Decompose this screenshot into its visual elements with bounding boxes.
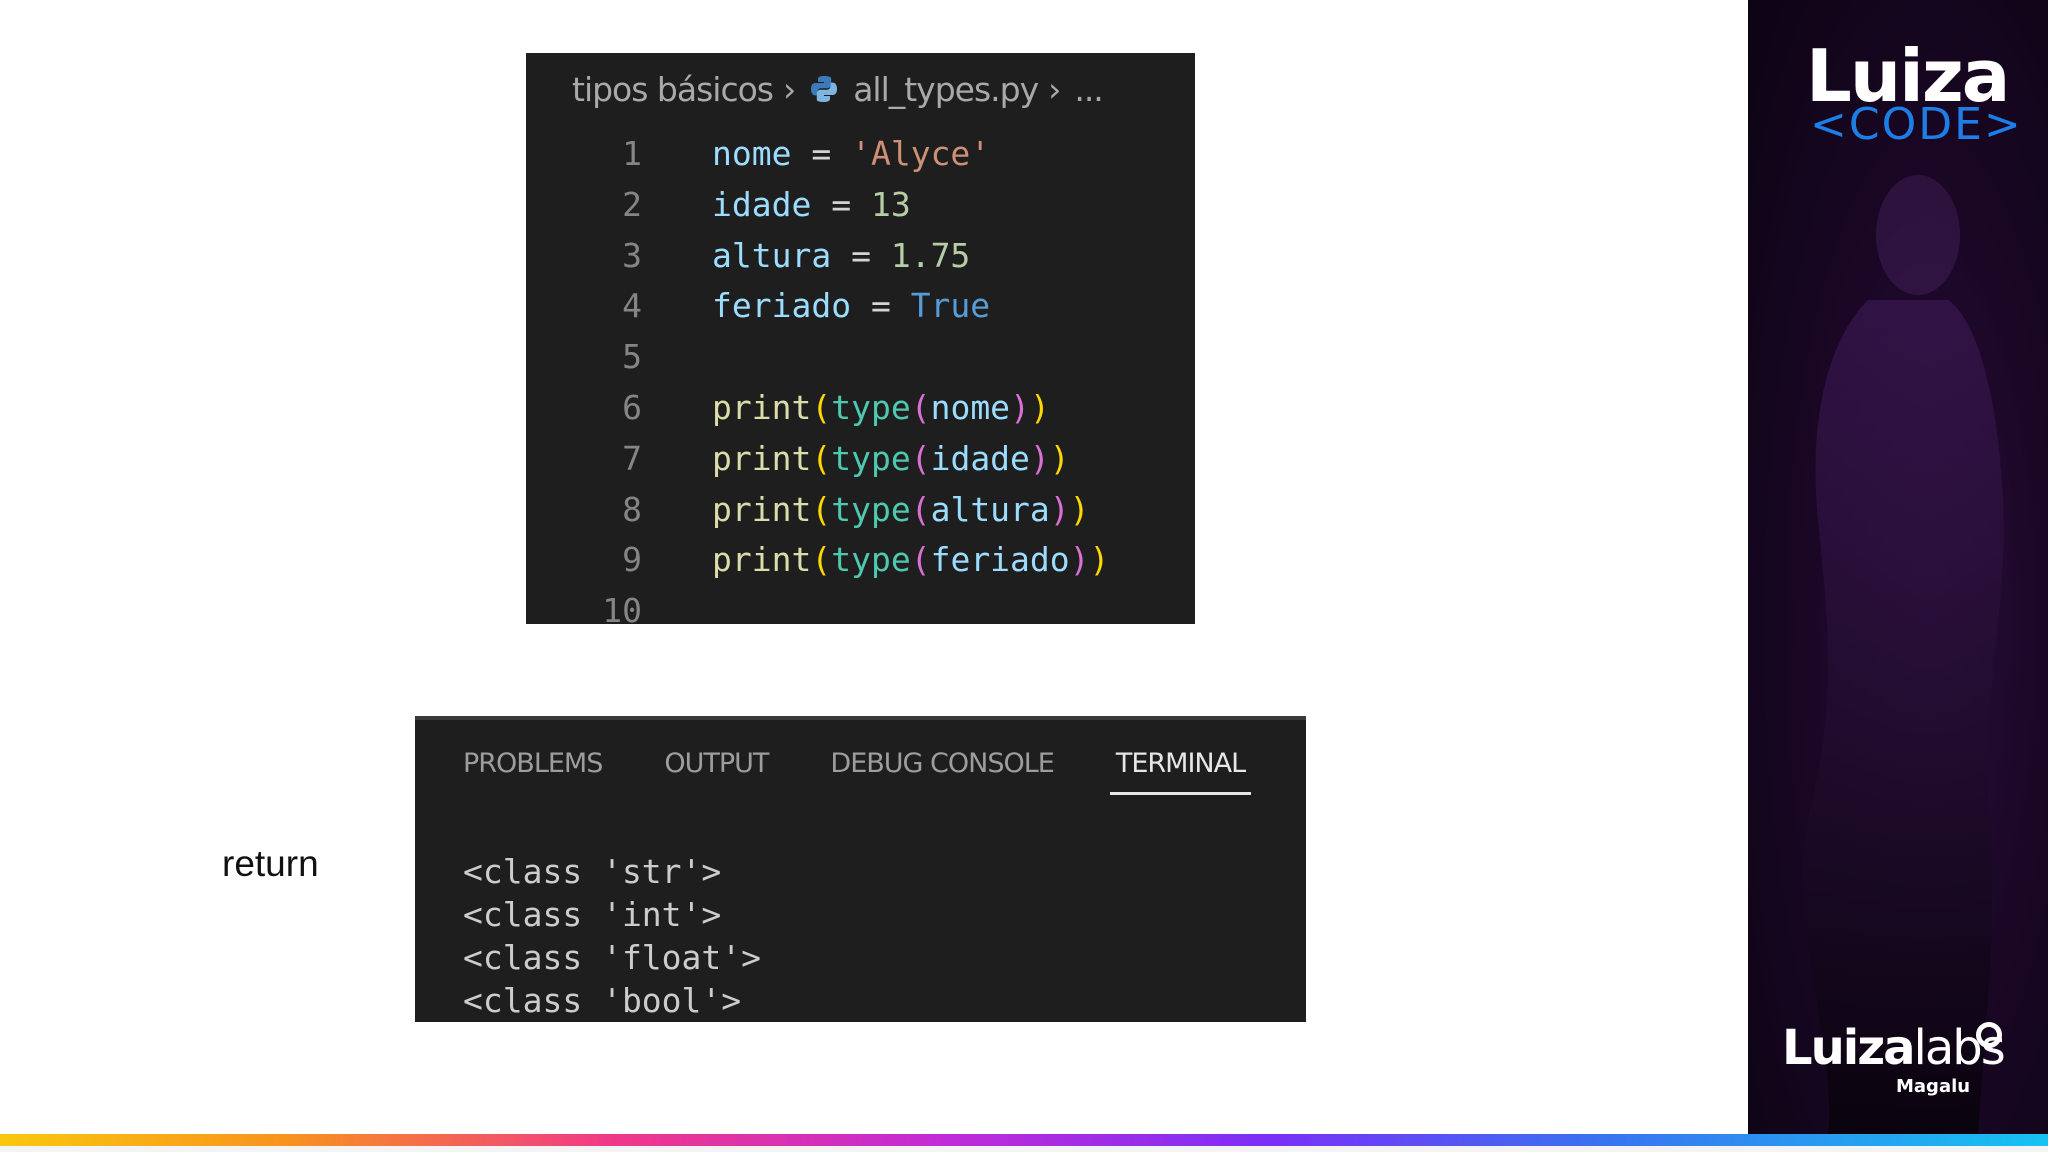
chevron-right-icon: › bbox=[1048, 69, 1061, 109]
code-token: ( bbox=[811, 387, 832, 427]
code-line[interactable]: 3 altura = 1.75 bbox=[526, 231, 1195, 282]
line-number: 3 bbox=[622, 235, 642, 275]
code-token: ( bbox=[910, 489, 931, 529]
code-token: print bbox=[712, 540, 812, 580]
code-token: type bbox=[831, 387, 911, 427]
code-token: feriado bbox=[930, 540, 1070, 580]
breadcrumb-folder[interactable]: tipos básicos bbox=[572, 70, 774, 109]
line-number: 6 bbox=[622, 387, 642, 427]
magalu-logo: Magalu bbox=[1896, 1076, 1971, 1097]
code-token: ) bbox=[1010, 387, 1030, 427]
code-token: print bbox=[712, 438, 812, 478]
code-text: print(type(feriado)) bbox=[712, 535, 1109, 586]
code-editor: tipos básicos › all_types.py › ... 1 nome… bbox=[526, 53, 1195, 624]
code-token: altura bbox=[712, 235, 832, 275]
code-token: ) bbox=[1069, 540, 1090, 580]
code-token: ) bbox=[1049, 438, 1070, 478]
code-text: print(type(altura)) bbox=[712, 485, 1090, 536]
code-token: type bbox=[831, 540, 911, 580]
breadcrumb-more[interactable]: ... bbox=[1074, 70, 1104, 109]
code-area[interactable]: 1 nome = 'Alyce' 2 idade = 13 3 altura = 1.75… bbox=[526, 134, 1195, 624]
luizalabs-ring-icon bbox=[1976, 1022, 2002, 1048]
code-token: nome bbox=[712, 134, 792, 173]
code-token: 'Alyce' bbox=[851, 134, 991, 173]
code-text: feriado = True bbox=[712, 281, 990, 332]
tab-output[interactable]: OUTPUT bbox=[664, 748, 769, 795]
code-token: True bbox=[910, 286, 991, 326]
code-token: = bbox=[851, 286, 911, 326]
luiza-code-logo-subtitle: <CODE> bbox=[1810, 99, 2023, 150]
luizalabs-logo-bold: Luiza bbox=[1782, 1020, 1916, 1076]
code-token: ) bbox=[1049, 489, 1070, 529]
luizalabs-logo: Luizalabs bbox=[1782, 1020, 2006, 1076]
code-token: idade bbox=[712, 184, 812, 224]
python-icon bbox=[811, 76, 838, 102]
footer-strip bbox=[0, 1146, 2048, 1152]
code-line[interactable]: 4 feriado = True bbox=[526, 281, 1195, 332]
code-token: type bbox=[831, 489, 911, 529]
code-token: ( bbox=[811, 489, 832, 529]
code-text: idade = 13 bbox=[712, 180, 911, 231]
line-number: 4 bbox=[622, 286, 642, 326]
tab-terminal[interactable]: TERMINAL bbox=[1109, 748, 1252, 795]
code-line[interactable]: 9 print(type(feriado)) bbox=[526, 535, 1195, 586]
terminal-line: <class 'int'> bbox=[463, 895, 722, 934]
terminal-line: <class 'str'> bbox=[463, 852, 722, 891]
code-token: = bbox=[811, 184, 871, 224]
code-line[interactable]: 1 nome = 'Alyce' bbox=[526, 129, 1195, 180]
line-number: 2 bbox=[622, 184, 642, 224]
code-token: altura bbox=[930, 489, 1050, 529]
line-number: 10 bbox=[602, 591, 642, 624]
code-token: type bbox=[831, 438, 911, 478]
line-number: 7 bbox=[622, 438, 642, 478]
speaker-silhouette-image bbox=[1803, 175, 2004, 1134]
bottom-panel: PROBLEMS OUTPUT DEBUG CONSOLE TERMINAL <… bbox=[415, 716, 1306, 1022]
breadcrumb: tipos básicos › all_types.py › ... bbox=[572, 63, 1104, 115]
code-token: ) bbox=[1029, 438, 1050, 478]
code-line[interactable]: 6 print(type(nome)) bbox=[526, 383, 1195, 434]
code-token: ( bbox=[910, 438, 931, 478]
line-number: 9 bbox=[622, 540, 642, 580]
code-token: ) bbox=[1029, 387, 1050, 427]
code-text: print(type(idade)) bbox=[712, 434, 1070, 485]
code-line[interactable]: 2 idade = 13 bbox=[526, 180, 1195, 231]
code-token: 1.75 bbox=[890, 235, 971, 275]
tab-problems[interactable]: PROBLEMS bbox=[463, 748, 603, 795]
terminal-output: <class 'str'> <class 'int'> <class 'floa… bbox=[463, 850, 761, 1022]
code-token: nome bbox=[930, 387, 1011, 427]
code-token: feriado bbox=[712, 286, 852, 326]
terminal-line: <class 'float'> bbox=[463, 938, 762, 977]
code-token: ( bbox=[910, 387, 931, 427]
code-token: 13 bbox=[870, 184, 911, 224]
brand-sidebar: Luiza <CODE> Luizalabs Magalu bbox=[1748, 0, 2048, 1134]
code-token: print bbox=[712, 387, 812, 427]
tab-debug-console[interactable]: DEBUG CONSOLE bbox=[830, 748, 1054, 795]
code-text: altura = 1.75 bbox=[712, 231, 970, 282]
panel-tabs: PROBLEMS OUTPUT DEBUG CONSOLE TERMINAL bbox=[463, 748, 1252, 795]
code-token: ( bbox=[811, 438, 832, 478]
code-token: idade bbox=[930, 438, 1030, 478]
return-label: return bbox=[222, 843, 319, 884]
code-text: nome = 'Alyce' bbox=[712, 129, 990, 180]
code-line[interactable]: 10 bbox=[526, 586, 1195, 624]
code-token: print bbox=[712, 489, 812, 529]
code-line[interactable]: 7 print(type(idade)) bbox=[526, 434, 1195, 485]
line-number: 8 bbox=[622, 489, 642, 529]
code-token: = bbox=[791, 134, 852, 173]
code-text: print(type(nome)) bbox=[712, 383, 1050, 434]
terminal-line: <class 'bool'> bbox=[463, 981, 742, 1020]
code-line[interactable]: 8 print(type(altura)) bbox=[526, 485, 1195, 536]
code-token: ( bbox=[910, 540, 931, 580]
line-number: 1 bbox=[622, 134, 642, 173]
breadcrumb-file[interactable]: all_types.py bbox=[853, 70, 1039, 109]
code-token: ) bbox=[1069, 489, 1090, 529]
chevron-right-icon: › bbox=[782, 69, 796, 109]
code-line[interactable]: 5 bbox=[526, 332, 1195, 383]
code-token: ) bbox=[1089, 540, 1110, 580]
line-number: 5 bbox=[622, 337, 642, 377]
code-token: ( bbox=[811, 540, 832, 580]
code-token: = bbox=[831, 235, 891, 275]
